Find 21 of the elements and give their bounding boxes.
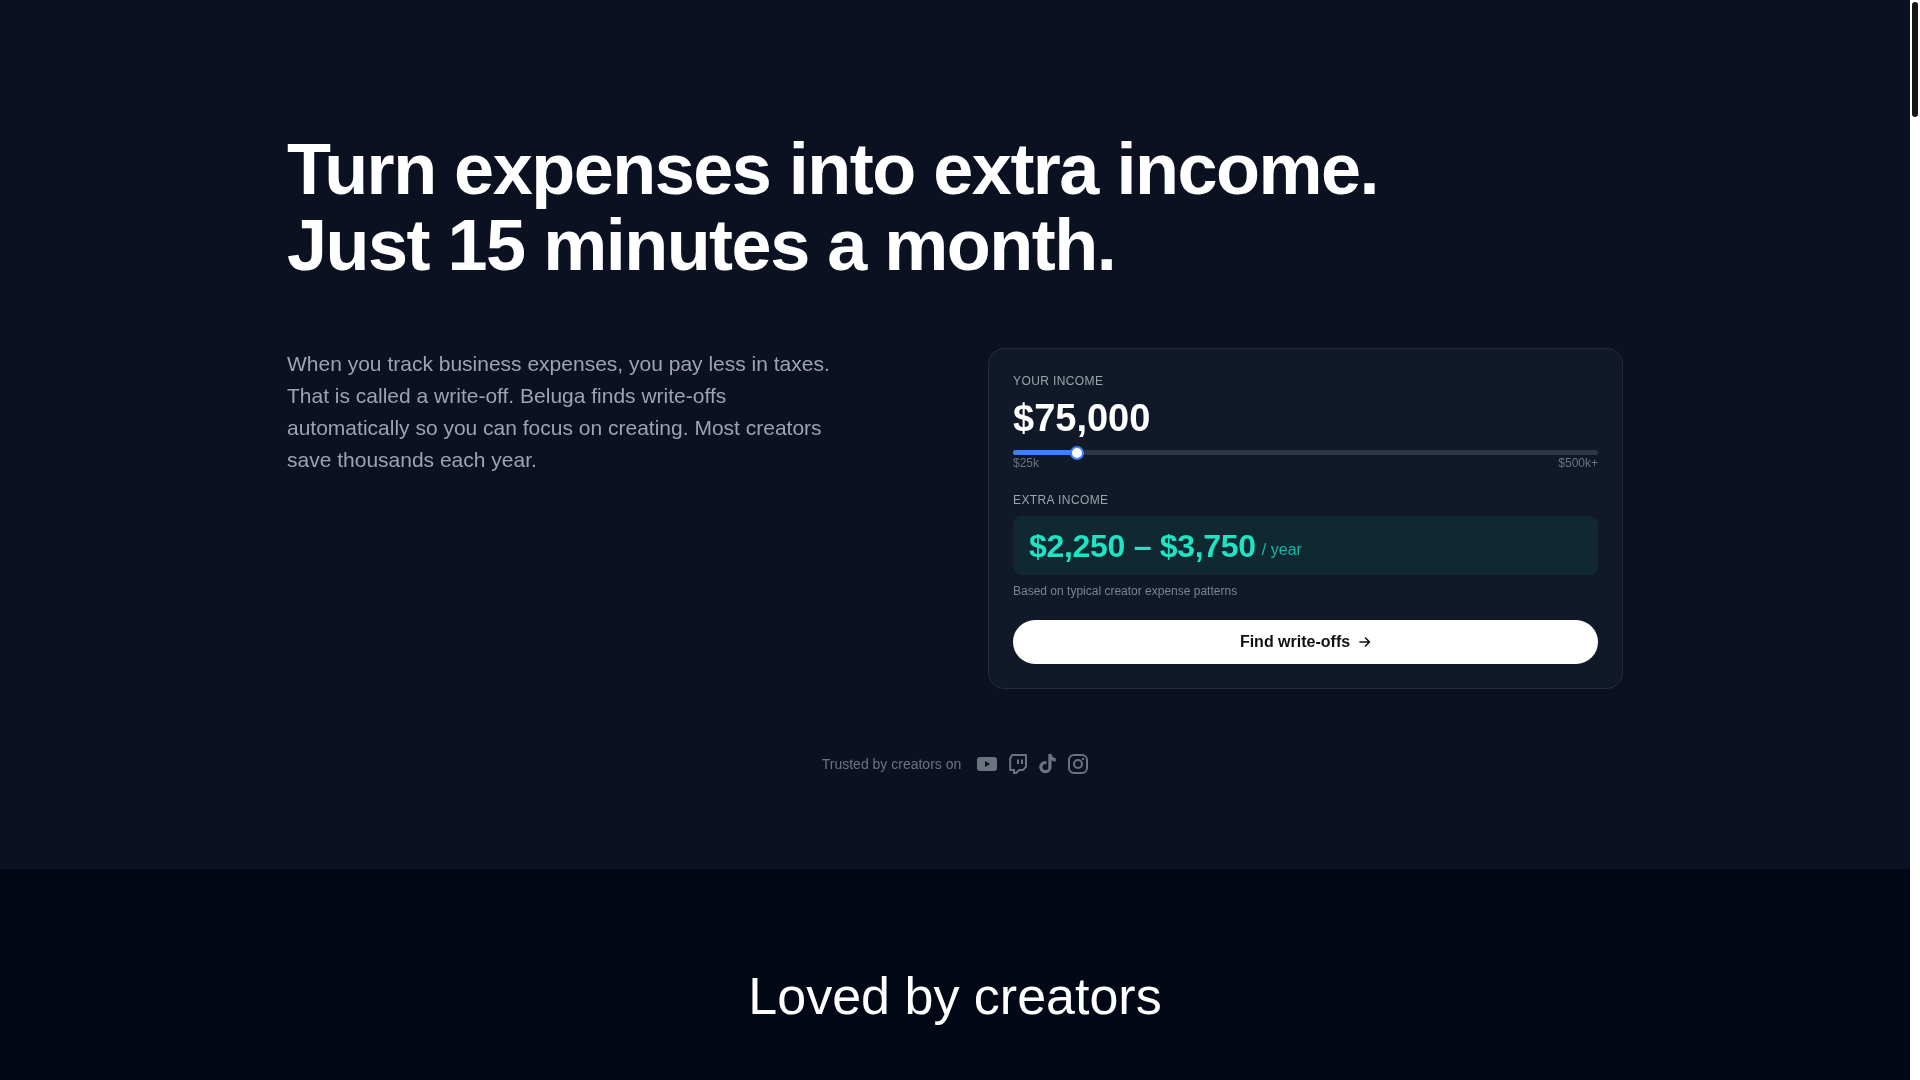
trusted-text: Trusted by creators on: [821, 755, 962, 773]
music-note-icon: [1039, 754, 1057, 774]
income-value: $75,000: [1013, 396, 1151, 440]
chat-bubble-icon: [1009, 754, 1028, 774]
section-title: Loved by creators: [748, 966, 1162, 1026]
slider-min-label: $25k: [1013, 456, 1040, 470]
headline: Turn expenses into extra income. Just 15 minutes a month.: [287, 131, 1378, 283]
slider-max-label: $500k+: [1558, 456, 1598, 470]
description-text: When you track business expenses, you pay less in taxes. That is called a write-off. Beluga finds write-offs automatically so you can focus on creating. Most creators save thousands each year.: [287, 351, 831, 473]
video-play-icon: [977, 757, 998, 771]
find-write-offs-button[interactable]: Find write-offs: [1013, 620, 1598, 664]
estimate-note: Based on typical creator expense patterns: [1013, 583, 1238, 599]
extra-income-range: $2,250 – $3,750: [1029, 526, 1256, 565]
income-label: YOUR INCOME: [1013, 373, 1104, 389]
camera-icon: [1068, 754, 1089, 774]
extra-income-label: EXTRA INCOME: [1013, 492, 1109, 508]
scrollbar-track[interactable]: [1910, 0, 1920, 1080]
arrow-right-icon: [1359, 636, 1372, 648]
slider-thumb[interactable]: [1070, 445, 1085, 460]
per-year-label: / year: [1261, 539, 1302, 560]
scrollbar-thumb[interactable]: [1912, 2, 1918, 117]
